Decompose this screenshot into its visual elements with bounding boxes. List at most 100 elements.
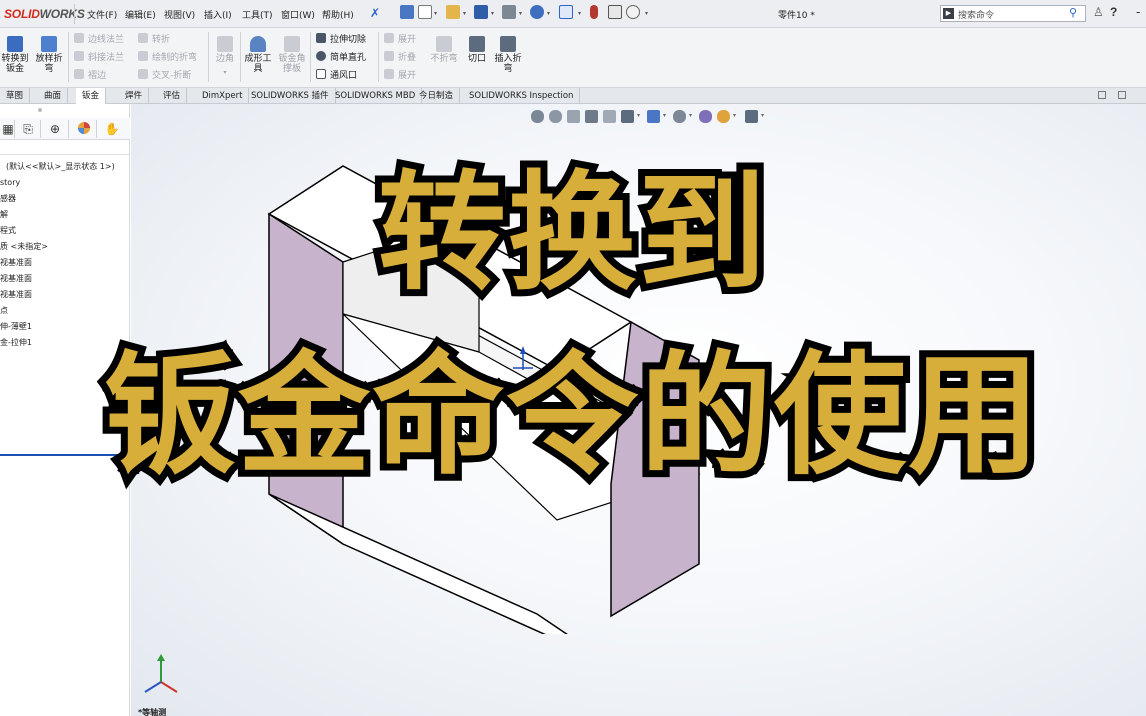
tab-sheet-metal[interactable]: 钣金: [76, 88, 107, 104]
sheetmetal-gusset-button[interactable]: 钣金角 撑板: [276, 36, 308, 74]
panel-grip-icon[interactable]: [38, 108, 42, 112]
simple-hole-label: 简单直孔: [330, 53, 367, 63]
rebuild-icon[interactable]: [590, 5, 598, 19]
sheetmetal-gusset-icon: [284, 36, 300, 52]
display-style-icon[interactable]: [647, 110, 660, 123]
insert-bends-button[interactable]: 插入折 弯: [492, 36, 524, 74]
sketched-bend-button[interactable]: 绘制的折弯: [138, 51, 197, 64]
no-bends-button[interactable]: 不折弯: [428, 36, 460, 64]
menu-insert[interactable]: 插入(I): [204, 8, 232, 21]
tab-solidworks-inspection[interactable]: SOLIDWORKS Inspection: [463, 88, 581, 104]
vent-button[interactable]: 通风口: [316, 69, 357, 82]
jog-icon: [138, 33, 148, 43]
menu-help[interactable]: 帮助(H): [322, 8, 354, 21]
tab-weldments[interactable]: 焊件: [119, 88, 150, 104]
display-manager-tab-icon[interactable]: [76, 121, 92, 137]
print-icon[interactable]: [502, 5, 516, 19]
configuration-manager-tab-icon[interactable]: ⊕: [47, 121, 63, 137]
save-icon[interactable]: [474, 5, 488, 19]
undo-dropdown-icon[interactable]: ▾: [547, 10, 550, 17]
tab-sketch[interactable]: 草图: [0, 88, 31, 104]
tab-manufacturing[interactable]: 今日制造: [413, 88, 461, 104]
tab-surfaces[interactable]: 曲面: [38, 88, 69, 104]
hide-show-dropdown-icon[interactable]: ▾: [689, 112, 692, 119]
flatten-button[interactable]: 展开: [384, 69, 416, 82]
window-control-icon[interactable]: -: [1136, 5, 1140, 19]
undo-icon[interactable]: [530, 5, 544, 19]
tile-window-icon[interactable]: [1098, 91, 1106, 99]
menu-window[interactable]: 窗口(W): [281, 8, 315, 21]
user-icon[interactable]: ♙: [1093, 5, 1104, 19]
zoom-to-area-icon[interactable]: [549, 110, 562, 123]
print-dropdown-icon[interactable]: ▾: [519, 10, 522, 17]
search-icon[interactable]: ⚲: [1069, 6, 1077, 19]
select-icon[interactable]: [559, 5, 573, 19]
vent-label: 通风口: [330, 71, 358, 81]
menu-edit[interactable]: 编辑(E): [125, 8, 156, 21]
section-view-icon[interactable]: [585, 110, 598, 123]
tab-solidworks-mbd[interactable]: SOLIDWORKS MBD: [329, 88, 423, 104]
view-name-label: *等轴测: [138, 708, 167, 716]
tree-item-extrude-thin1[interactable]: 伸-薄壁1: [0, 322, 32, 332]
new-document-icon[interactable]: [418, 5, 432, 19]
view-settings-icon[interactable]: [745, 110, 758, 123]
lofted-bend-button[interactable]: 放样折 弯: [32, 36, 66, 74]
forming-tool-button[interactable]: 成形工 具: [243, 36, 273, 74]
pin-menu-icon[interactable]: ✗: [370, 6, 380, 20]
sketched-bend-label: 绘制的折弯: [152, 53, 198, 63]
jog-button[interactable]: 转折: [138, 33, 170, 46]
triad-y-arrow-icon: [157, 654, 165, 661]
new-dropdown-icon[interactable]: ▾: [434, 10, 437, 17]
search-commands-input[interactable]: ▶ 搜索命令 ⚲: [940, 5, 1086, 22]
menu-file[interactable]: 文件(F): [87, 8, 117, 21]
previous-view-icon[interactable]: [567, 110, 580, 123]
view-settings-dropdown-icon[interactable]: ▾: [761, 112, 764, 119]
view-orientation-dropdown-icon[interactable]: ▾: [637, 112, 640, 119]
fold-button[interactable]: 折叠: [384, 51, 416, 64]
cross-break-icon: [138, 69, 148, 79]
menu-tools[interactable]: 工具(T): [242, 8, 273, 21]
miter-flange-button[interactable]: 斜接法兰: [74, 51, 124, 64]
insert-bends-label: 插入折 弯: [494, 54, 522, 74]
solidworks-logo[interactable]: SOLIDWORKS: [4, 7, 85, 21]
overlay-title-line1: 转换到: [371, 153, 773, 315]
property-manager-tab-icon[interactable]: ⎘: [20, 121, 36, 137]
cross-break-button[interactable]: 交叉-折断: [138, 69, 191, 82]
simple-hole-button[interactable]: 简单直孔: [316, 51, 366, 64]
help-icon[interactable]: ?: [1110, 5, 1117, 19]
corners-dropdown-icon[interactable]: ▾: [212, 68, 238, 78]
edit-appearance-icon[interactable]: [699, 110, 712, 123]
rip-button[interactable]: 切口: [464, 36, 490, 64]
feature-filter-bar[interactable]: [0, 141, 130, 155]
display-style-dropdown-icon[interactable]: ▾: [663, 112, 666, 119]
convert-to-sheetmetal-button[interactable]: 转换到 钣金: [0, 36, 30, 74]
select-dropdown-icon[interactable]: ▾: [578, 10, 581, 17]
view-orientation-icon[interactable]: [621, 110, 634, 123]
extruded-cut-button[interactable]: 拉伸切除: [316, 33, 366, 46]
appearance-tab-icon[interactable]: ✋: [104, 121, 120, 137]
insert-bends-icon: [500, 36, 516, 52]
scene-dropdown-icon[interactable]: ▾: [733, 112, 736, 119]
options-dropdown-icon[interactable]: ▾: [645, 10, 648, 17]
restore-window-icon[interactable]: [1118, 91, 1126, 99]
overlay-title-line2: 钣金命令的使用: [97, 333, 1047, 499]
home-icon[interactable]: [400, 5, 414, 19]
dynamic-annotation-icon[interactable]: [603, 110, 616, 123]
open-icon[interactable]: [446, 5, 460, 19]
tab-evaluate[interactable]: 评估: [157, 88, 188, 104]
corners-button[interactable]: 边角 ▾: [212, 36, 238, 78]
unfold-button[interactable]: 展开: [384, 33, 416, 46]
open-dropdown-icon[interactable]: ▾: [463, 10, 466, 17]
options-gear-icon[interactable]: [626, 5, 640, 19]
hem-button[interactable]: 褶边: [74, 69, 106, 82]
file-properties-icon[interactable]: [608, 5, 622, 19]
lofted-bend-label: 放样折 弯: [35, 54, 63, 74]
tab-solidworks-addins[interactable]: SOLIDWORKS 插件: [245, 88, 336, 104]
save-dropdown-icon[interactable]: ▾: [491, 10, 494, 17]
zoom-to-fit-icon[interactable]: [531, 110, 544, 123]
hide-show-items-icon[interactable]: [673, 110, 686, 123]
menu-view[interactable]: 视图(V): [164, 8, 195, 21]
apply-scene-icon[interactable]: [717, 110, 730, 123]
edge-flange-button[interactable]: 边线法兰: [74, 33, 124, 46]
tab-dimxpert[interactable]: DimXpert: [196, 88, 250, 104]
